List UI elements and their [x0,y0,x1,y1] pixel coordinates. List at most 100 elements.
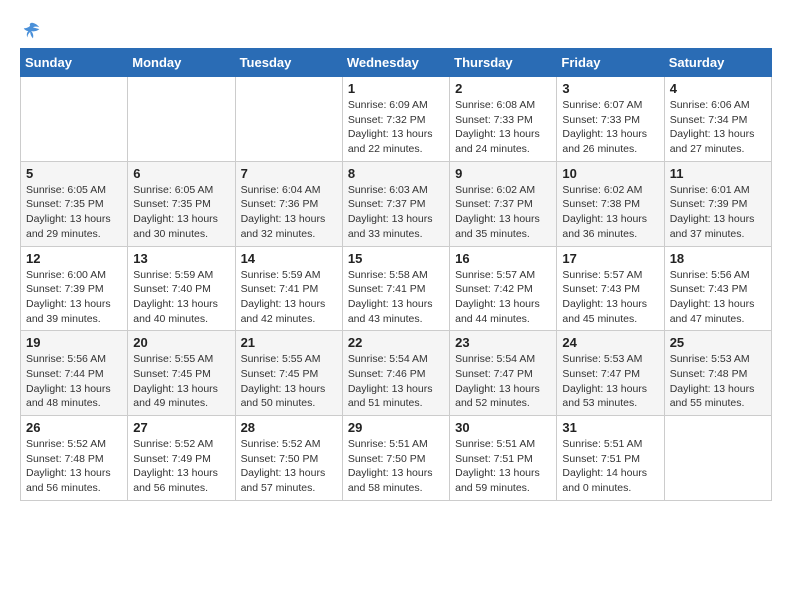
day-number: 18 [670,251,766,266]
calendar-week-row: 5 Sunrise: 6:05 AM Sunset: 7:35 PM Daylig… [21,161,772,246]
day-number: 6 [133,166,229,181]
calendar-cell [128,77,235,162]
calendar-cell: 25 Sunrise: 5:53 AM Sunset: 7:48 PM Dayli… [664,331,771,416]
day-detail: Sunrise: 5:53 AM Sunset: 7:47 PM Dayligh… [562,352,658,411]
calendar-cell [664,416,771,501]
day-detail: Sunrise: 5:57 AM Sunset: 7:43 PM Dayligh… [562,268,658,327]
calendar-table: SundayMondayTuesdayWednesdayThursdayFrid… [20,48,772,501]
day-number: 26 [26,420,122,435]
day-detail: Sunrise: 5:55 AM Sunset: 7:45 PM Dayligh… [241,352,337,411]
day-detail: Sunrise: 6:09 AM Sunset: 7:32 PM Dayligh… [348,98,444,157]
calendar-week-row: 12Sunrise: 6:00 AM Sunset: 7:39 PM Dayli… [21,246,772,331]
calendar-cell: 24Sunrise: 5:53 AM Sunset: 7:47 PM Dayli… [557,331,664,416]
day-number: 13 [133,251,229,266]
calendar-cell: 16Sunrise: 5:57 AM Sunset: 7:42 PM Dayli… [450,246,557,331]
logo-bird-icon [21,20,43,42]
day-detail: Sunrise: 5:52 AM Sunset: 7:50 PM Dayligh… [241,437,337,496]
day-number: 11 [670,166,766,181]
calendar-cell: 6 Sunrise: 6:05 AM Sunset: 7:35 PM Daylig… [128,161,235,246]
header-tuesday: Tuesday [235,49,342,77]
day-detail: Sunrise: 5:58 AM Sunset: 7:41 PM Dayligh… [348,268,444,327]
day-number: 5 [26,166,122,181]
day-detail: Sunrise: 5:59 AM Sunset: 7:41 PM Dayligh… [241,268,337,327]
calendar-cell: 31 Sunrise: 5:51 AM Sunset: 7:51 PM Dayli… [557,416,664,501]
calendar-cell: 11 Sunrise: 6:01 AM Sunset: 7:39 PM Dayli… [664,161,771,246]
day-detail: Sunrise: 6:02 AM Sunset: 7:38 PM Dayligh… [562,183,658,242]
day-number: 14 [241,251,337,266]
header-sunday: Sunday [21,49,128,77]
day-detail: Sunrise: 5:54 AM Sunset: 7:47 PM Dayligh… [455,352,551,411]
calendar-cell: 12Sunrise: 6:00 AM Sunset: 7:39 PM Dayli… [21,246,128,331]
calendar-week-row: 26 Sunrise: 5:52 AM Sunset: 7:48 PM Dayli… [21,416,772,501]
day-number: 19 [26,335,122,350]
calendar-cell: 2Sunrise: 6:08 AM Sunset: 7:33 PM Daylig… [450,77,557,162]
calendar-cell: 14 Sunrise: 5:59 AM Sunset: 7:41 PM Dayli… [235,246,342,331]
day-detail: Sunrise: 5:59 AM Sunset: 7:40 PM Dayligh… [133,268,229,327]
calendar-cell: 8Sunrise: 6:03 AM Sunset: 7:37 PM Daylig… [342,161,449,246]
page-header [20,20,772,38]
day-number: 16 [455,251,551,266]
day-detail: Sunrise: 5:55 AM Sunset: 7:45 PM Dayligh… [133,352,229,411]
calendar-cell: 23Sunrise: 5:54 AM Sunset: 7:47 PM Dayli… [450,331,557,416]
day-number: 29 [348,420,444,435]
calendar-cell: 22 Sunrise: 5:54 AM Sunset: 7:46 PM Dayli… [342,331,449,416]
day-detail: Sunrise: 6:02 AM Sunset: 7:37 PM Dayligh… [455,183,551,242]
header-friday: Friday [557,49,664,77]
calendar-cell: 18 Sunrise: 5:56 AM Sunset: 7:43 PM Dayli… [664,246,771,331]
day-detail: Sunrise: 5:56 AM Sunset: 7:43 PM Dayligh… [670,268,766,327]
calendar-cell [21,77,128,162]
day-detail: Sunrise: 6:08 AM Sunset: 7:33 PM Dayligh… [455,98,551,157]
day-detail: Sunrise: 5:52 AM Sunset: 7:48 PM Dayligh… [26,437,122,496]
calendar-cell: 3 Sunrise: 6:07 AM Sunset: 7:33 PM Daylig… [557,77,664,162]
day-detail: Sunrise: 6:05 AM Sunset: 7:35 PM Dayligh… [26,183,122,242]
calendar-cell: 1 Sunrise: 6:09 AM Sunset: 7:32 PM Daylig… [342,77,449,162]
calendar-cell: 20 Sunrise: 5:55 AM Sunset: 7:45 PM Dayli… [128,331,235,416]
calendar-cell: 29 Sunrise: 5:51 AM Sunset: 7:50 PM Dayli… [342,416,449,501]
day-number: 30 [455,420,551,435]
day-number: 9 [455,166,551,181]
day-detail: Sunrise: 6:04 AM Sunset: 7:36 PM Dayligh… [241,183,337,242]
header-saturday: Saturday [664,49,771,77]
header-thursday: Thursday [450,49,557,77]
logo [20,20,44,38]
calendar-cell: 27Sunrise: 5:52 AM Sunset: 7:49 PM Dayli… [128,416,235,501]
calendar-cell: 28 Sunrise: 5:52 AM Sunset: 7:50 PM Dayli… [235,416,342,501]
day-detail: Sunrise: 5:51 AM Sunset: 7:51 PM Dayligh… [562,437,658,496]
calendar-cell: 9 Sunrise: 6:02 AM Sunset: 7:37 PM Daylig… [450,161,557,246]
day-detail: Sunrise: 5:53 AM Sunset: 7:48 PM Dayligh… [670,352,766,411]
day-detail: Sunrise: 6:06 AM Sunset: 7:34 PM Dayligh… [670,98,766,157]
calendar-cell: 10Sunrise: 6:02 AM Sunset: 7:38 PM Dayli… [557,161,664,246]
header-wednesday: Wednesday [342,49,449,77]
calendar-header-row: SundayMondayTuesdayWednesdayThursdayFrid… [21,49,772,77]
calendar-cell: 19 Sunrise: 5:56 AM Sunset: 7:44 PM Dayli… [21,331,128,416]
day-number: 17 [562,251,658,266]
calendar-cell: 17 Sunrise: 5:57 AM Sunset: 7:43 PM Dayli… [557,246,664,331]
calendar-cell: 21Sunrise: 5:55 AM Sunset: 7:45 PM Dayli… [235,331,342,416]
day-detail: Sunrise: 6:07 AM Sunset: 7:33 PM Dayligh… [562,98,658,157]
day-detail: Sunrise: 5:54 AM Sunset: 7:46 PM Dayligh… [348,352,444,411]
calendar-cell: 30 Sunrise: 5:51 AM Sunset: 7:51 PM Dayli… [450,416,557,501]
day-number: 8 [348,166,444,181]
day-detail: Sunrise: 5:51 AM Sunset: 7:51 PM Dayligh… [455,437,551,496]
calendar-cell: 15 Sunrise: 5:58 AM Sunset: 7:41 PM Dayli… [342,246,449,331]
header-monday: Monday [128,49,235,77]
day-number: 31 [562,420,658,435]
day-detail: Sunrise: 6:05 AM Sunset: 7:35 PM Dayligh… [133,183,229,242]
calendar-cell: 13 Sunrise: 5:59 AM Sunset: 7:40 PM Dayli… [128,246,235,331]
day-number: 4 [670,81,766,96]
day-detail: Sunrise: 5:51 AM Sunset: 7:50 PM Dayligh… [348,437,444,496]
calendar-cell: 7 Sunrise: 6:04 AM Sunset: 7:36 PM Daylig… [235,161,342,246]
day-number: 15 [348,251,444,266]
day-detail: Sunrise: 5:56 AM Sunset: 7:44 PM Dayligh… [26,352,122,411]
day-number: 3 [562,81,658,96]
day-number: 1 [348,81,444,96]
day-number: 28 [241,420,337,435]
calendar-cell: 4 Sunrise: 6:06 AM Sunset: 7:34 PM Daylig… [664,77,771,162]
day-number: 7 [241,166,337,181]
day-number: 25 [670,335,766,350]
day-detail: Sunrise: 6:01 AM Sunset: 7:39 PM Dayligh… [670,183,766,242]
calendar-cell [235,77,342,162]
day-detail: Sunrise: 5:52 AM Sunset: 7:49 PM Dayligh… [133,437,229,496]
day-number: 22 [348,335,444,350]
day-number: 20 [133,335,229,350]
